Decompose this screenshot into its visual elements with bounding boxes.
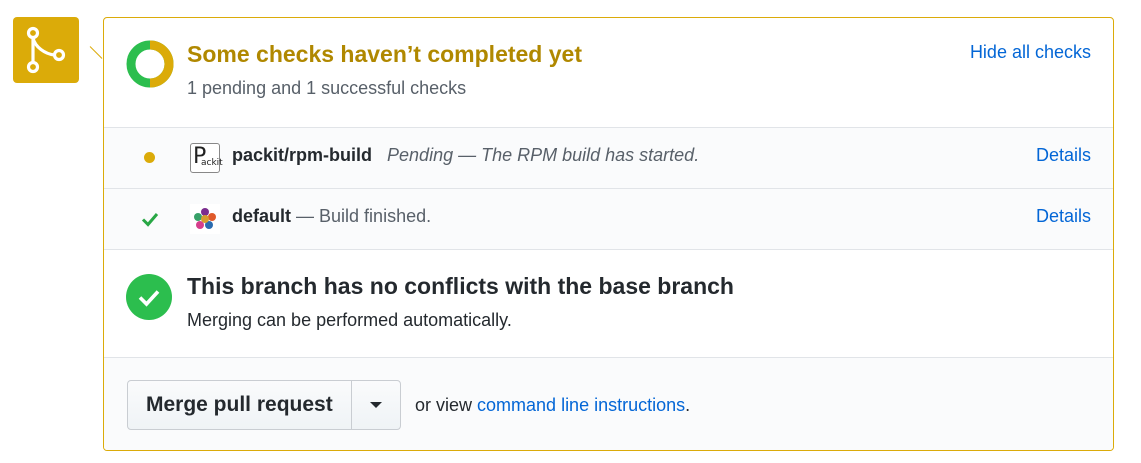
checks-summary-subtitle: 1 pending and 1 successful checks (187, 78, 467, 98)
check-row: P ackit packit/rpm-build Pending — The R… (104, 128, 1113, 189)
timeline-connector (89, 46, 103, 59)
details-link[interactable]: Details (1036, 206, 1091, 227)
merge-note-suffix: . (685, 395, 691, 415)
check-description: — Build finished. (296, 206, 432, 226)
check-name: packit/rpm-build (232, 145, 373, 165)
git-merge-icon (13, 17, 79, 83)
merge-status-box: Some checks haven’t completed yet 1 pend… (103, 17, 1114, 451)
merge-note: or view command line instructions. (415, 395, 690, 416)
command-line-instructions-link[interactable]: command line instructions (477, 395, 685, 415)
checks-summary: Some checks haven’t completed yet 1 pend… (104, 18, 1113, 128)
merge-pull-request-button[interactable]: Merge pull request (128, 381, 351, 429)
packit-logo-icon[interactable]: P ackit (190, 143, 223, 173)
branch-status-subtitle: Merging can be performed automatically. (187, 310, 512, 330)
pending-dot-icon (144, 152, 155, 163)
branch-status-title: This branch has no conflicts with the ba… (187, 273, 734, 299)
checks-summary-title: Some checks haven’t completed yet (187, 41, 582, 67)
merge-actions: Merge pull request or view command line … (104, 358, 1113, 450)
default-app-avatar-icon[interactable] (190, 204, 220, 234)
check-icon (140, 210, 160, 228)
check-name: default (232, 206, 292, 226)
details-link[interactable]: Details (1036, 145, 1091, 166)
branch-status: This branch has no conflicts with the ba… (104, 250, 1113, 358)
check-description: Pending — The RPM build has started. (387, 145, 700, 165)
check-circle-icon (126, 274, 172, 320)
donut-progress-icon (126, 40, 174, 88)
check-row: default — Build finished. Details (104, 189, 1113, 250)
check-text: packit/rpm-build Pending — The RPM build… (232, 145, 699, 166)
caret-down-icon (369, 402, 382, 408)
check-text: default — Build finished. (232, 206, 431, 227)
hide-all-checks-link[interactable]: Hide all checks (970, 42, 1091, 63)
merge-note-prefix: or view (415, 395, 473, 415)
merge-button-group: Merge pull request (127, 380, 401, 430)
merge-options-dropdown[interactable] (350, 381, 400, 429)
